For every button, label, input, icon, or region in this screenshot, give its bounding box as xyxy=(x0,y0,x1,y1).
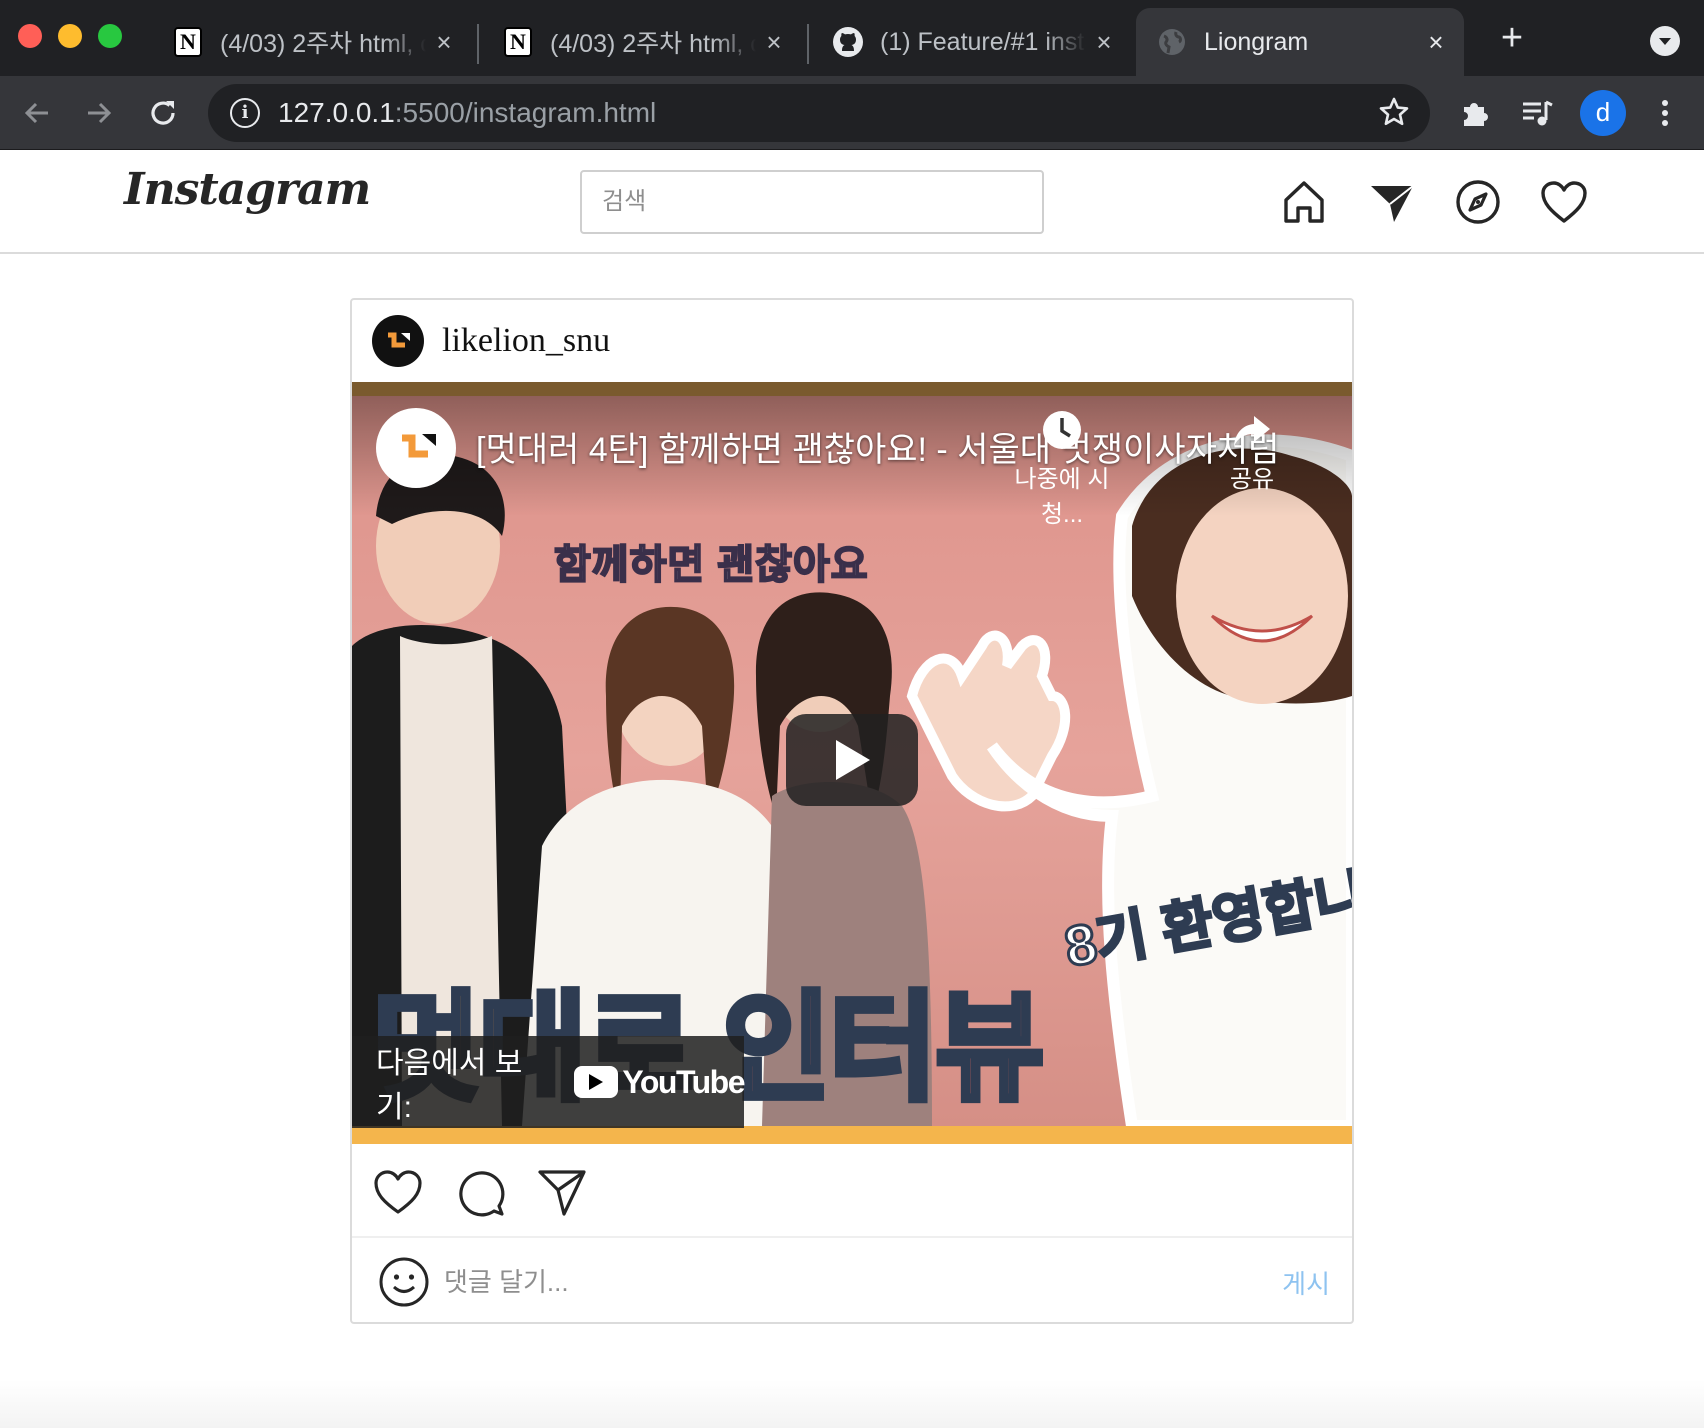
chevron-down-icon xyxy=(1659,38,1671,45)
watch-later-button[interactable]: 나중에 시청... xyxy=(1002,408,1122,529)
likelion-logo-icon xyxy=(402,434,436,458)
comment-bar: 게시 xyxy=(352,1240,1352,1322)
browser-tab-1[interactable]: N (4/03) 2주차 html, css × xyxy=(152,8,472,76)
tab-title: Liongram xyxy=(1204,27,1309,56)
page-viewport: Instagram likelion_snu xyxy=(0,150,1704,1428)
youtube-play-icon xyxy=(574,1066,619,1098)
watch-on-label: 다음에서 보기: xyxy=(376,1047,523,1124)
post-avatar[interactable] xyxy=(372,315,424,367)
tab-divider xyxy=(477,24,479,64)
thumbnail-title-part2: 인터뷰 xyxy=(719,980,1047,1118)
direct-messages-button[interactable] xyxy=(1364,174,1420,230)
compass-icon xyxy=(1456,180,1500,224)
browser-tab-3[interactable]: (1) Feature/#1 instagram × xyxy=(812,8,1132,76)
activity-button[interactable] xyxy=(1536,174,1592,230)
bookmark-star-icon[interactable] xyxy=(1378,96,1410,133)
new-tab-button[interactable]: + xyxy=(1492,16,1532,60)
video-title[interactable]: [멋대러 4탄] 함께하면 괜찮아요! - 서울대 멋쟁이사자처럼 xyxy=(476,422,1279,471)
globe-icon xyxy=(1156,26,1188,58)
home-button[interactable] xyxy=(1276,174,1332,230)
window-minimize-button[interactable] xyxy=(58,24,82,48)
puzzle-icon xyxy=(1464,103,1488,126)
kebab-menu-icon xyxy=(1662,100,1668,126)
notion-icon: N xyxy=(502,26,534,58)
instagram-logo[interactable]: Instagram xyxy=(124,164,371,215)
post-header: likelion_snu xyxy=(352,300,1352,382)
tab-title: (1) Feature/#1 instagram xyxy=(880,27,1086,56)
instagram-header: Instagram xyxy=(0,150,1704,254)
forward-button[interactable] xyxy=(76,90,122,136)
github-icon xyxy=(832,26,864,58)
arrow-left-icon xyxy=(24,102,48,124)
tab-title: (4/03) 2주차 html, css xyxy=(550,30,756,58)
browser-toolbar: i 127.0.0.1:5500/instagram.html d xyxy=(0,76,1704,150)
watch-on-youtube-button[interactable]: 다음에서 보기: YouTube xyxy=(352,1036,745,1128)
browser-tab-strip: N (4/03) 2주차 html, css × N (4/03) 2주차 ht… xyxy=(0,0,1704,76)
browser-tab-2[interactable]: N (4/03) 2주차 html, css × xyxy=(482,8,802,76)
play-icon xyxy=(836,740,870,780)
explore-button[interactable] xyxy=(1450,174,1506,230)
profile-avatar[interactable]: d xyxy=(1580,90,1626,136)
smiley-icon xyxy=(379,1257,429,1307)
clock-icon xyxy=(1043,411,1081,449)
site-info-icon[interactable]: i xyxy=(230,98,260,128)
likelion-logo-icon xyxy=(388,332,410,348)
heart-icon xyxy=(374,1170,422,1214)
heart-icon xyxy=(1541,181,1587,223)
browser-menu-button[interactable] xyxy=(1642,90,1688,136)
paper-plane-icon xyxy=(1371,185,1414,222)
reload-icon xyxy=(151,101,175,125)
url-path: :5500/instagram.html xyxy=(394,97,657,128)
tab-title: (4/03) 2주차 html, css xyxy=(220,30,426,58)
post-comment-button[interactable]: 게시 xyxy=(1282,1264,1330,1301)
playlist-music-icon xyxy=(1523,100,1553,126)
thumbnail-caption: 함께하면 괜찮아요 xyxy=(553,542,869,588)
youtube-logo: YouTube xyxy=(574,1063,745,1101)
share-label: 공유 xyxy=(1229,466,1275,493)
emoji-button[interactable] xyxy=(378,1256,430,1308)
paper-plane-icon xyxy=(538,1170,586,1216)
watch-later-label: 나중에 시청... xyxy=(1014,466,1110,528)
channel-avatar[interactable] xyxy=(376,408,456,488)
youtube-embed[interactable]: [멋대러 4탄] 함께하면 괜찮아요! - 서울대 멋쟁이사자처럼 나중에 시청… xyxy=(352,382,1352,1144)
window-zoom-button[interactable] xyxy=(98,24,122,48)
address-bar[interactable]: i 127.0.0.1:5500/instagram.html xyxy=(208,84,1430,142)
search-input[interactable] xyxy=(580,170,1044,234)
tab-search-button[interactable] xyxy=(1650,26,1680,56)
window-close-button[interactable] xyxy=(18,24,42,48)
video-bottom-strip xyxy=(352,1126,1352,1144)
arrow-right-icon xyxy=(88,102,112,124)
home-icon xyxy=(1284,181,1324,223)
speech-bubble-icon xyxy=(459,1171,505,1217)
share-post-button[interactable] xyxy=(536,1166,588,1218)
like-button[interactable] xyxy=(372,1166,424,1218)
tab-close-icon[interactable]: × xyxy=(1418,27,1454,58)
url-text: 127.0.0.1:5500/instagram.html xyxy=(278,97,656,129)
page-bottom-fade xyxy=(0,1380,1704,1428)
share-arrow-icon xyxy=(1234,416,1270,446)
back-button[interactable] xyxy=(14,90,60,136)
browser-tab-active[interactable]: Liongram × xyxy=(1136,8,1464,76)
tab-close-icon[interactable]: × xyxy=(1086,27,1122,58)
comment-input[interactable] xyxy=(444,1257,1244,1307)
post-actions xyxy=(352,1144,1352,1238)
share-button[interactable]: 공유 xyxy=(1212,408,1292,494)
tab-close-icon[interactable]: × xyxy=(756,27,792,58)
media-queue-button[interactable] xyxy=(1514,90,1560,136)
video-top-strip xyxy=(352,382,1352,396)
extensions-button[interactable] xyxy=(1452,90,1498,136)
tab-close-icon[interactable]: × xyxy=(426,27,462,58)
post-card: likelion_snu [멋대러 4탄] 함께하면 괜찮아요! - 서울대 멋… xyxy=(350,298,1354,1324)
tab-divider xyxy=(807,24,809,64)
youtube-wordmark: YouTube xyxy=(622,1063,745,1100)
reload-button[interactable] xyxy=(140,90,186,136)
play-button[interactable] xyxy=(786,714,918,806)
comment-button[interactable] xyxy=(454,1166,506,1218)
notion-icon: N xyxy=(172,26,204,58)
post-username[interactable]: likelion_snu xyxy=(442,322,610,360)
url-host: 127.0.0.1 xyxy=(278,97,395,128)
